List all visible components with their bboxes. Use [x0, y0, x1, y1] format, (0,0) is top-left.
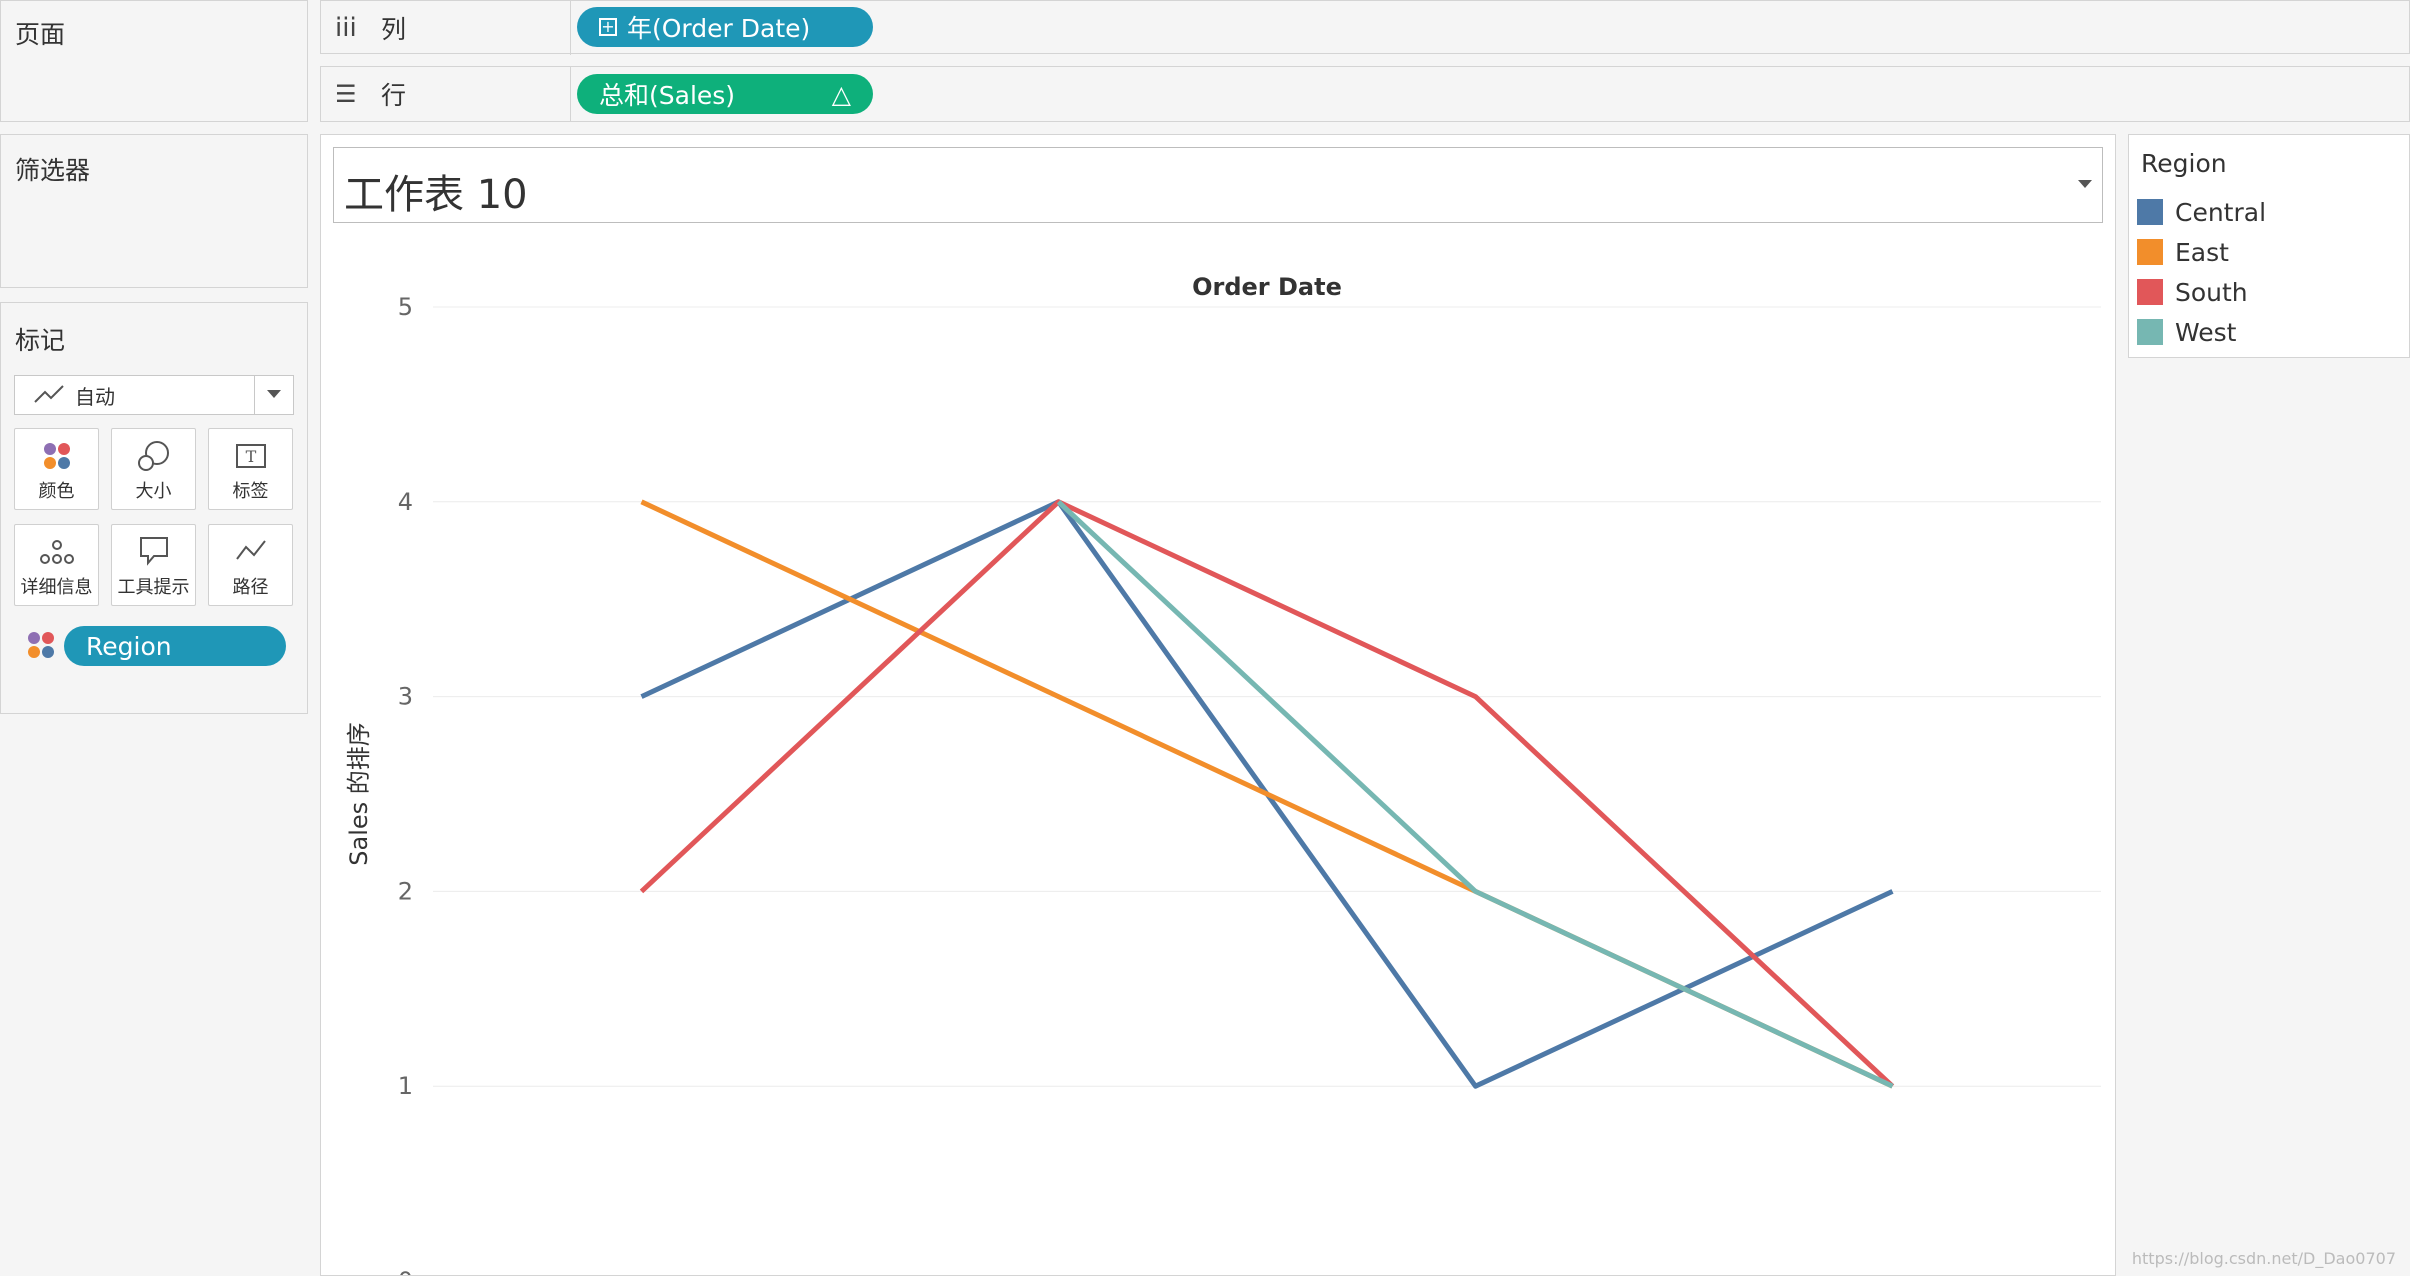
legend-label: South	[2175, 277, 2248, 307]
marks-panel-title: 标记	[15, 326, 66, 355]
legend-title: Region	[2141, 149, 2227, 178]
region-legend: Region Central East South West	[2128, 134, 2410, 358]
y-tick-label: 2	[398, 877, 413, 905]
color-icon	[44, 443, 70, 469]
path-button[interactable]: 路径	[208, 524, 293, 606]
line-mark-icon	[34, 385, 64, 403]
tooltip-button-label: 工具提示	[117, 577, 190, 598]
label-icon: T	[236, 444, 266, 468]
rows-label-text: 行	[381, 81, 407, 110]
table-calc-delta-icon: △	[831, 79, 851, 109]
filters-panel-title: 筛选器	[15, 156, 91, 185]
y-tick-label: 0	[398, 1267, 413, 1275]
columns-shelf-label: iii 列	[321, 1, 571, 55]
legend-item-south[interactable]: South	[2137, 277, 2248, 307]
order-date-pill-label: 年(Order Date)	[627, 14, 811, 43]
color-button[interactable]: 颜色	[14, 428, 99, 510]
size-button-label: 大小	[135, 481, 172, 502]
legend-item-west[interactable]: West	[2137, 317, 2236, 347]
path-button-label: 路径	[232, 577, 269, 598]
chevron-down-icon	[267, 390, 281, 398]
legend-swatch	[2137, 199, 2163, 225]
rows-shelf[interactable]: ☰ 行 总和(Sales) △	[320, 66, 2410, 122]
color-encoding-icon	[28, 632, 54, 658]
x-axis-title: Order Date	[1192, 273, 1342, 301]
legend-label: East	[2175, 237, 2229, 267]
y-tick-label: 4	[398, 488, 413, 516]
legend-swatch	[2137, 239, 2163, 265]
y-axis-title: Sales 的排序	[345, 722, 373, 866]
sales-pill[interactable]: 总和(Sales) △	[577, 74, 873, 114]
svg-text:T: T	[246, 447, 257, 466]
detail-icon	[40, 540, 74, 564]
line-chart: 0 1 2 3 4 5 Order Date Sales 的排序	[345, 273, 2101, 1275]
legend-label: Central	[2175, 197, 2267, 227]
tooltip-icon	[140, 537, 168, 566]
tooltip-button[interactable]: 工具提示	[111, 524, 196, 606]
expand-icon: +	[599, 18, 617, 36]
legend-item-central[interactable]: Central	[2137, 197, 2266, 227]
pages-panel: 页面	[0, 0, 308, 122]
detail-button-label: 详细信息	[20, 577, 93, 598]
sales-pill-label: 总和(Sales)	[599, 81, 736, 110]
label-button[interactable]: T 标签	[208, 428, 293, 510]
series-line-west	[1056, 499, 1894, 1089]
legend-swatch	[2137, 319, 2163, 345]
region-color-pill[interactable]: Region	[64, 626, 286, 666]
filters-panel[interactable]: 筛选器	[0, 134, 308, 288]
title-menu-chevron-icon[interactable]	[2078, 180, 2092, 188]
detail-button[interactable]: 详细信息	[14, 524, 99, 606]
worksheet-title-box[interactable]: 工作表 10	[333, 147, 2103, 223]
mark-type-dropdown[interactable]: 自动	[14, 375, 294, 415]
color-button-label: 颜色	[38, 481, 75, 502]
mark-type-label: 自动	[75, 384, 115, 409]
legend-label: West	[2175, 317, 2237, 347]
size-icon	[138, 441, 169, 471]
columns-label-text: 列	[381, 15, 407, 44]
order-date-pill[interactable]: + 年(Order Date)	[577, 7, 873, 47]
worksheet-title: 工作表 10	[344, 172, 528, 218]
y-tick-label: 5	[398, 293, 413, 321]
columns-shelf[interactable]: iii 列 + 年(Order Date)	[320, 0, 2410, 55]
worksheet-view: 工作表 10 0 1 2 3 4 5 Order Date Sales 的排序	[320, 134, 2116, 1276]
path-icon	[236, 540, 266, 560]
watermark: https://blog.csdn.net/D_Dao0707	[2131, 1249, 2396, 1268]
legend-item-east[interactable]: East	[2137, 237, 2229, 267]
dropdown-divider	[254, 376, 255, 414]
tableau-workspace: 页面 筛选器 标记 自动 颜色 大小 T 标签 详细信息 工具提示 路径 Reg…	[0, 0, 2410, 1276]
pages-panel-title: 页面	[15, 20, 66, 49]
y-tick-label: 3	[398, 683, 413, 711]
legend-swatch	[2137, 279, 2163, 305]
size-button[interactable]: 大小	[111, 428, 196, 510]
rows-shelf-label: ☰ 行	[321, 67, 571, 121]
rows-icon: ☰	[335, 80, 357, 108]
columns-icon: iii	[335, 13, 357, 43]
region-pill-label: Region	[86, 631, 172, 661]
y-tick-label: 1	[398, 1072, 413, 1100]
label-button-label: 标签	[232, 481, 269, 502]
